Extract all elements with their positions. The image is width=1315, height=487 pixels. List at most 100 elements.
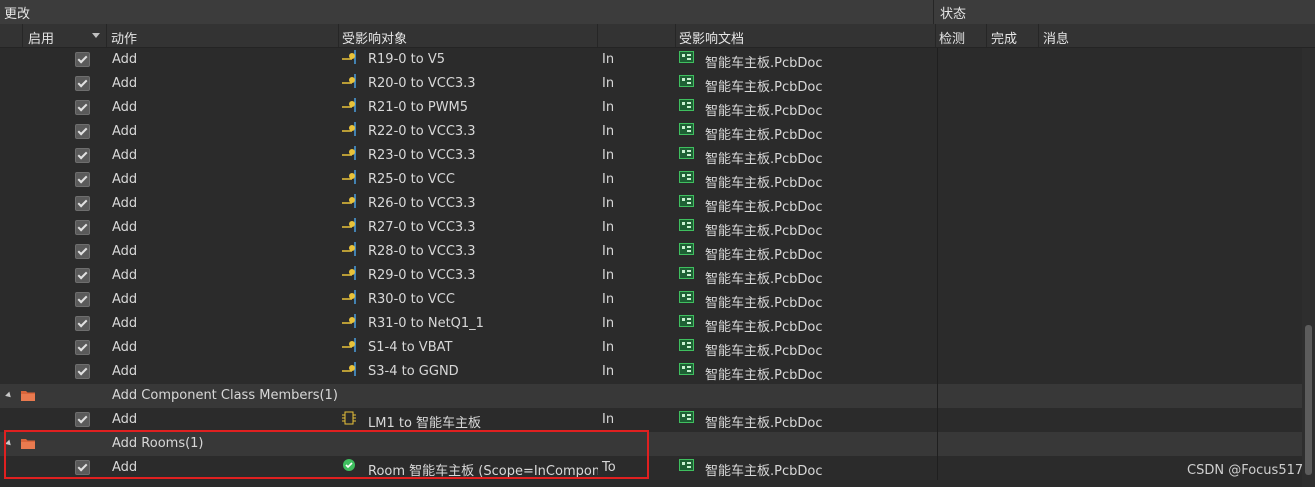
status-divider [937,120,938,144]
affected-document-cell: 智能车主板.PcbDoc [705,296,823,311]
header-divider [935,24,936,47]
net-connection-icon [342,194,356,208]
table-row[interactable]: Add R30-0 to VCC In 智能车主板.PcbDoc [0,288,1302,312]
affected-object-cell: LM1 to 智能车主板 [368,416,482,431]
folder-icon [21,391,35,401]
table-row[interactable]: Add Room 智能车主板 (Scope=InCompon To 智能车主板.… [0,456,1302,480]
affected-object-cell: R23-0 to VCC3.3 [368,148,476,163]
direction-cell: In [602,244,615,259]
direction-cell: In [602,268,615,283]
table-row[interactable]: Add R26-0 to VCC3.3 In 智能车主板.PcbDoc [0,192,1302,216]
net-connection-icon [342,50,356,64]
sort-down-icon[interactable] [92,33,100,38]
affected-object-cell: R20-0 to VCC3.3 [368,76,476,91]
enable-checkbox[interactable] [75,364,90,379]
status-divider [937,48,938,72]
table-row[interactable]: Add R27-0 to VCC3.3 In 智能车主板.PcbDoc [0,216,1302,240]
net-connection-icon [342,218,356,232]
affected-document-cell: 智能车主板.PcbDoc [705,272,823,287]
enable-checkbox[interactable] [75,100,90,115]
column-enable[interactable]: 启用 [28,28,54,47]
affected-object-cell: S1-4 to VBAT [368,340,453,355]
affected-object-cell: R28-0 to VCC3.3 [368,244,476,259]
enable-checkbox[interactable] [75,52,90,67]
pcb-document-icon [679,123,694,135]
enable-checkbox[interactable] [75,316,90,331]
group-row-rooms[interactable]: Add Rooms(1) [0,432,1302,456]
column-action[interactable]: 动作 [111,28,137,47]
action-cell: Add [112,172,138,187]
pcb-document-icon [679,459,694,471]
affected-document-cell: 智能车主板.PcbDoc [705,176,823,191]
changes-table: Add R19-0 to V5 In 智能车主板.PcbDoc Add R20-… [0,48,1302,480]
pcb-document-icon [679,219,694,231]
affected-object-cell: S3-4 to GGND [368,364,459,379]
direction-cell: In [602,292,615,307]
enable-checkbox[interactable] [75,460,90,475]
affected-document-cell: 智能车主板.PcbDoc [705,80,823,95]
column-done[interactable]: 完成 [991,28,1017,47]
status-divider [937,264,938,288]
enable-checkbox[interactable] [75,124,90,139]
enable-checkbox[interactable] [75,148,90,163]
direction-cell: In [602,316,615,331]
header-divider [338,24,339,47]
net-connection-icon [342,122,356,136]
affected-object-cell: R22-0 to VCC3.3 [368,124,476,139]
header-divider [106,24,107,47]
enable-checkbox[interactable] [75,244,90,259]
table-row[interactable]: Add R21-0 to PWM5 In 智能车主板.PcbDoc [0,96,1302,120]
enable-checkbox[interactable] [75,172,90,187]
status-divider [937,384,938,408]
status-divider [937,168,938,192]
enable-checkbox[interactable] [75,76,90,91]
net-connection-icon [342,290,356,304]
enable-checkbox[interactable] [75,340,90,355]
action-cell: Add [112,268,138,283]
net-connection-icon [342,362,356,376]
pcb-document-icon [679,243,694,255]
group-label: Add Component Class Members(1) [112,388,338,403]
table-row[interactable]: Add R19-0 to V5 In 智能车主板.PcbDoc [0,48,1302,72]
action-cell: Add [112,244,138,259]
column-affected-document[interactable]: 受影响文档 [679,28,744,47]
table-row[interactable]: Add R31-0 to NetQ1_1 In 智能车主板.PcbDoc [0,312,1302,336]
enable-checkbox[interactable] [75,196,90,211]
enable-checkbox[interactable] [75,268,90,283]
action-cell: Add [112,100,138,115]
column-message[interactable]: 消息 [1043,28,1069,47]
direction-cell: In [602,76,615,91]
action-cell: Add [112,340,138,355]
collapse-triangle-icon[interactable] [5,439,13,448]
enable-checkbox[interactable] [75,220,90,235]
net-connection-icon [342,98,356,112]
scrollbar-thumb[interactable] [1305,325,1312,475]
table-row[interactable]: Add LM1 to 智能车主板 In 智能车主板.PcbDoc [0,408,1302,432]
table-row[interactable]: Add S3-4 to GGND In 智能车主板.PcbDoc [0,360,1302,384]
group-row-class-members[interactable]: Add Component Class Members(1) [0,384,1302,408]
affected-object-cell: R30-0 to VCC [368,292,455,307]
table-row[interactable]: Add R29-0 to VCC3.3 In 智能车主板.PcbDoc [0,264,1302,288]
table-row[interactable]: Add R28-0 to VCC3.3 In 智能车主板.PcbDoc [0,240,1302,264]
status-divider [937,360,938,384]
enable-checkbox[interactable] [75,292,90,307]
table-row[interactable]: Add R25-0 to VCC In 智能车主板.PcbDoc [0,168,1302,192]
pcb-document-icon [679,363,694,375]
collapse-triangle-icon[interactable] [5,391,13,400]
column-affected-object[interactable]: 受影响对象 [342,28,407,47]
status-group-label: 状态 [940,7,967,22]
table-row[interactable]: Add S1-4 to VBAT In 智能车主板.PcbDoc [0,336,1302,360]
table-row[interactable]: Add R20-0 to VCC3.3 In 智能车主板.PcbDoc [0,72,1302,96]
enable-checkbox[interactable] [75,412,90,427]
affected-document-cell: 智能车主板.PcbDoc [705,104,823,119]
direction-cell: In [602,124,615,139]
column-check[interactable]: 检测 [939,28,965,47]
pcb-document-icon [679,315,694,327]
status-divider [937,312,938,336]
table-row[interactable]: Add R23-0 to VCC3.3 In 智能车主板.PcbDoc [0,144,1302,168]
affected-object-cell: R25-0 to VCC [368,172,455,187]
status-divider [937,432,938,456]
affected-object-cell: Room 智能车主板 (Scope=InCompon [368,464,598,479]
pcb-document-icon [679,75,694,87]
table-row[interactable]: Add R22-0 to VCC3.3 In 智能车主板.PcbDoc [0,120,1302,144]
